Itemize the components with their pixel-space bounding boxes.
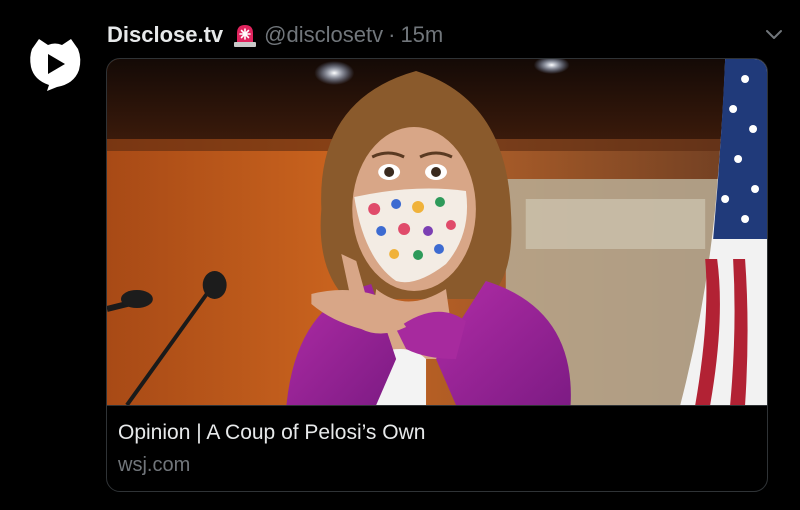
chevron-down-icon[interactable]	[764, 24, 784, 44]
timestamp[interactable]: 15m	[400, 22, 443, 48]
tweet-header: Disclose.tv @disclosetv · 15m	[107, 20, 443, 50]
siren-icon	[232, 22, 258, 48]
avatar[interactable]	[26, 35, 84, 93]
disclose-logo-icon	[30, 39, 81, 91]
separator-dot: ·	[388, 22, 396, 47]
link-card[interactable]: Opinion | A Coup of Pelosi’s Own wsj.com	[106, 58, 768, 492]
link-card-domain: wsj.com	[118, 454, 191, 476]
link-card-title[interactable]: Opinion | A Coup of Pelosi’s Own	[118, 420, 755, 446]
display-name[interactable]: Disclose.tv	[107, 22, 223, 48]
press-conference-photo	[107, 59, 767, 405]
user-handle[interactable]: @disclosetv	[264, 22, 383, 48]
link-card-text: Opinion | A Coup of Pelosi’s Own wsj.com	[107, 405, 767, 491]
